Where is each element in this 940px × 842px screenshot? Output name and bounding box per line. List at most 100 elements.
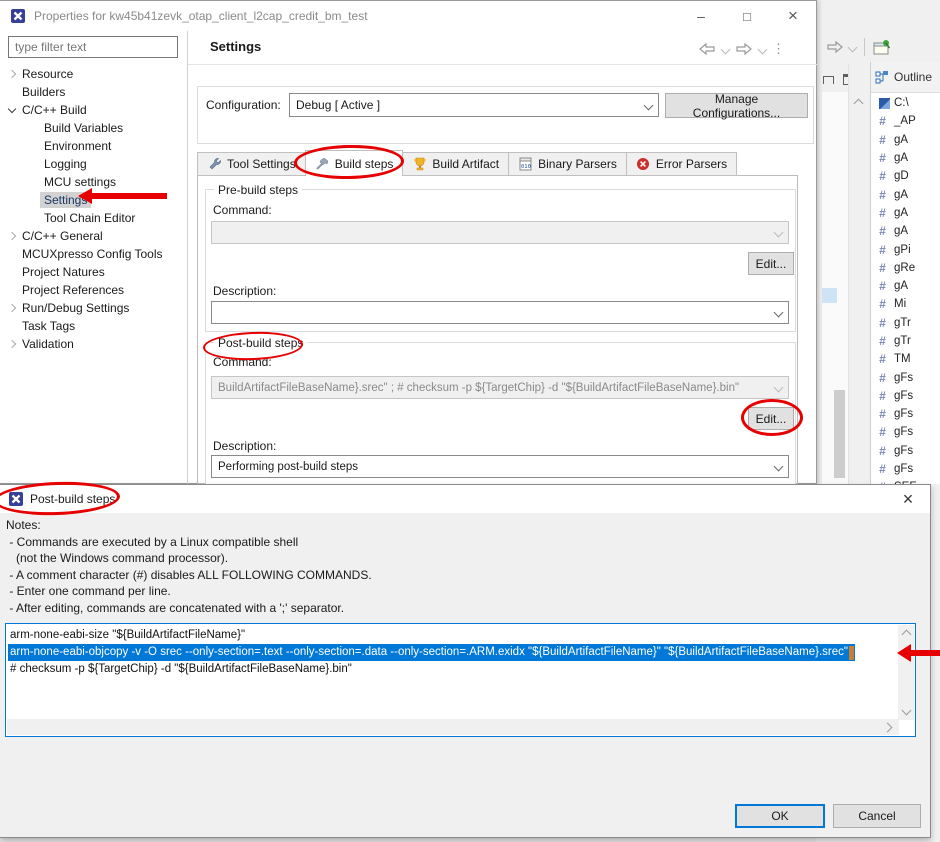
outline-item[interactable]: #gD — [871, 167, 940, 185]
outline-item[interactable]: #gTr — [871, 332, 940, 350]
close-button[interactable] — [770, 1, 816, 31]
text-cursor-icon — [849, 646, 854, 660]
command-line[interactable]: # checksum -p ${TargetChip} -d "${BuildA… — [8, 661, 882, 678]
trophy-icon — [412, 157, 427, 171]
define-icon: # — [879, 407, 890, 421]
define-icon: # — [879, 297, 890, 311]
outline-item[interactable]: #gFs — [871, 460, 940, 478]
outline-item-label: gTr — [894, 317, 911, 329]
pre-build-command-combo[interactable] — [211, 221, 789, 244]
sidebar-divider[interactable] — [187, 31, 188, 485]
editor-scrollbar[interactable] — [848, 64, 868, 484]
forward-icon[interactable] — [826, 40, 844, 54]
outline-item[interactable]: #_AP — [871, 112, 940, 130]
outline-item[interactable]: #gA — [871, 222, 940, 240]
outline-item[interactable]: #gFs — [871, 405, 940, 423]
pin-editor-icon[interactable] — [873, 39, 891, 56]
wrench-icon — [207, 157, 222, 171]
forward-menu-caret-icon[interactable] — [848, 42, 858, 52]
tree-collapsed-icon[interactable] — [8, 70, 16, 78]
properties-title-bar: Properties for kw45b41zevk_otap_client_l… — [0, 1, 816, 31]
textarea-vertical-scrollbar[interactable] — [898, 625, 914, 720]
tab-error-parsers[interactable]: Error Parsers — [626, 152, 737, 176]
forward-icon[interactable] — [735, 42, 753, 56]
scroll-right-icon[interactable] — [883, 723, 893, 733]
post-build-description-combo[interactable]: Performing post-build steps — [211, 455, 789, 478]
maximize-button[interactable] — [724, 1, 770, 31]
minimize-view-icon[interactable] — [823, 76, 834, 84]
view-menu-icon[interactable]: ⋮ — [772, 41, 785, 57]
sidebar-item-c-c-build[interactable]: C/C++ Build — [0, 101, 186, 119]
sidebar-item-builders[interactable]: Builders — [0, 83, 186, 101]
outline-header[interactable]: Outline — [871, 62, 940, 93]
outline-item[interactable]: #gA — [871, 185, 940, 203]
sidebar-item-validation[interactable]: Validation — [0, 335, 186, 353]
outline-item[interactable]: #TM — [871, 350, 940, 368]
filter-input[interactable] — [8, 36, 178, 58]
cancel-button[interactable]: Cancel — [833, 804, 921, 828]
app-icon — [8, 491, 24, 507]
commands-textarea[interactable]: arm-none-eabi-size "${BuildArtifactFileN… — [5, 623, 916, 737]
sidebar-item-resource[interactable]: Resource — [0, 65, 186, 83]
tab-build-steps[interactable]: Build steps — [305, 150, 404, 176]
tab-binary-parsers[interactable]: 010Binary Parsers — [508, 152, 626, 176]
sidebar-item-settings[interactable]: Settings — [0, 191, 186, 209]
sidebar-item-project-references[interactable]: Project References — [0, 281, 186, 299]
post-build-command-combo[interactable]: BuildArtifactFileBaseName}.srec" ; # che… — [211, 376, 789, 399]
command-line[interactable]: arm-none-eabi-objcopy -v -O srec --only-… — [8, 644, 855, 661]
sidebar-item-c-c-general[interactable]: C/C++ General — [0, 227, 186, 245]
forward-menu-caret-icon[interactable] — [758, 44, 768, 54]
post-build-description-value: Performing post-build steps — [218, 461, 771, 473]
outline-item[interactable]: #gRe — [871, 259, 940, 277]
sidebar-item-task-tags[interactable]: Task Tags — [0, 317, 186, 335]
sidebar-item-logging[interactable]: Logging — [0, 155, 186, 173]
outline-item[interactable]: #gA — [871, 149, 940, 167]
textarea-horizontal-scrollbar[interactable] — [7, 719, 899, 735]
outline-item[interactable]: #gFs — [871, 423, 940, 441]
sidebar-item-project-natures[interactable]: Project Natures — [0, 263, 186, 281]
sidebar-item-mcuxpresso-config-tools[interactable]: MCUXpresso Config Tools — [0, 245, 186, 263]
outline-item[interactable]: #gFs — [871, 442, 940, 460]
outline-item[interactable]: #gA — [871, 277, 940, 295]
outline-item[interactable]: #gTr — [871, 314, 940, 332]
sidebar-item-run-debug-settings[interactable]: Run/Debug Settings — [0, 299, 186, 317]
dialog-close-button[interactable] — [896, 487, 920, 511]
minimize-button[interactable] — [678, 1, 724, 31]
command-line[interactable]: arm-none-eabi-size "${BuildArtifactFileN… — [8, 627, 882, 644]
outline-item[interactable]: #gA — [871, 131, 940, 149]
tree-expanded-icon[interactable] — [8, 105, 16, 113]
scroll-down-icon[interactable] — [902, 706, 912, 716]
tree-collapsed-icon[interactable] — [8, 232, 16, 240]
outline-item-label: gA — [894, 189, 908, 201]
tree-collapsed-icon[interactable] — [8, 304, 16, 312]
outline-item[interactable]: #gFs — [871, 387, 940, 405]
toolbar-separator — [864, 38, 865, 56]
manage-configurations-button[interactable]: Manage Configurations... — [665, 93, 808, 118]
sidebar-item-mcu-settings[interactable]: MCU settings — [0, 173, 186, 191]
sidebar-item-label: Tool Chain Editor — [44, 211, 135, 225]
back-icon[interactable] — [698, 42, 716, 56]
outline-item[interactable]: #Mi — [871, 295, 940, 313]
back-menu-caret-icon[interactable] — [721, 44, 731, 54]
configuration-select[interactable]: Debug [ Active ] — [289, 93, 659, 117]
post-build-edit-button[interactable]: Edit... — [748, 407, 794, 430]
pre-build-description-combo[interactable] — [211, 301, 789, 324]
scroll-up-icon[interactable] — [854, 99, 864, 109]
outline-item[interactable]: #gFs — [871, 368, 940, 386]
tree-collapsed-icon[interactable] — [8, 340, 16, 348]
tab-build-artifact[interactable]: Build Artifact — [403, 152, 508, 176]
sidebar-item-tool-chain-editor[interactable]: Tool Chain Editor — [0, 209, 186, 227]
outline-list: C:\#_AP#gA#gA#gD#gA#gA#gA#gPi#gRe#gA#Mi#… — [871, 94, 940, 497]
sidebar-item-environment[interactable]: Environment — [0, 137, 186, 155]
pre-build-edit-button[interactable]: Edit... — [748, 252, 794, 275]
outline-item[interactable]: #gPi — [871, 240, 940, 258]
tab-tool-settings[interactable]: Tool Settings — [197, 152, 305, 176]
outline-item[interactable]: #gA — [871, 204, 940, 222]
editor-scrollbar-thumb[interactable] — [834, 390, 845, 478]
ok-button[interactable]: OK — [735, 804, 825, 828]
page-nav-icons: ⋮ — [698, 41, 785, 57]
scroll-up-icon[interactable] — [902, 630, 912, 640]
outline-item[interactable]: C:\ — [871, 94, 940, 112]
outline-item-label: gTr — [894, 335, 911, 347]
sidebar-item-build-variables[interactable]: Build Variables — [0, 119, 186, 137]
